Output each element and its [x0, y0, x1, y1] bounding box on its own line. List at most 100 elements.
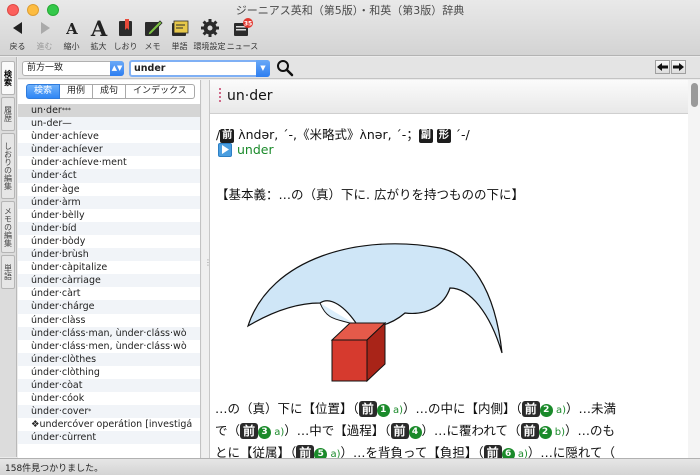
- result-list-item[interactable]: ùnder·achíeve: [18, 130, 200, 143]
- result-list-item[interactable]: ùnder·càpitalize: [18, 261, 200, 274]
- result-list-item[interactable]: ùnder·bíd: [18, 221, 200, 235]
- sub-sense-link[interactable]: a): [390, 405, 403, 416]
- sub-sense-link[interactable]: b): [552, 427, 565, 438]
- forward-label: 進む: [36, 42, 53, 51]
- side-tabs: 検索 履歴 しおりの編集 メモの編集 単語: [0, 57, 17, 457]
- wordbook-button[interactable]: 単語: [166, 15, 193, 55]
- results-list[interactable]: un·der*** un-der— ùnder·achíeve ùnder·achíe…: [18, 104, 200, 458]
- result-list-item[interactable]: ùnder·achíever: [18, 143, 200, 157]
- result-list-item[interactable]: únder·bòdy: [18, 235, 200, 248]
- play-audio-button[interactable]: [218, 142, 232, 157]
- result-word: únder·còat: [31, 379, 83, 391]
- result-word: únder·àrm: [31, 196, 81, 208]
- result-list-item[interactable]: únder·càrriage: [18, 274, 200, 288]
- entry-header: un·der: [210, 80, 700, 114]
- search-query-text: under: [134, 63, 166, 74]
- pron-text-1: ʌ̀ndər, ´-,《米略式》ʌ̀nər, ´-；: [234, 127, 419, 142]
- result-list-item[interactable]: únder·clòthes: [18, 352, 200, 366]
- result-word: únder·cùrrent: [31, 432, 97, 444]
- tab-index[interactable]: インデックス: [126, 84, 195, 99]
- result-word: únder·clòthes: [31, 353, 97, 365]
- sense-text: …の（真）下に【位置】（: [215, 401, 359, 416]
- result-list-item[interactable]: únder·bèlly: [18, 209, 200, 222]
- result-word: ùnder·achíeve·ment: [31, 157, 127, 169]
- sense-number[interactable]: 2: [539, 404, 553, 417]
- sense-number[interactable]: 4: [408, 426, 422, 439]
- result-list-item[interactable]: ùnder·chárge: [18, 300, 200, 314]
- news-icon: 35: [232, 15, 254, 40]
- result-list-item[interactable]: únder·àge: [18, 183, 200, 196]
- result-list-item[interactable]: únder·càrt: [18, 287, 200, 300]
- sense-number[interactable]: 1: [376, 404, 390, 417]
- news-button[interactable]: 35 ニュース: [226, 15, 259, 55]
- result-list-item[interactable]: ùnder·achíeve·ment: [18, 156, 200, 169]
- sense-number[interactable]: 2: [538, 426, 552, 439]
- bookmark-label: しおり: [113, 42, 138, 51]
- forward-button[interactable]: 進む: [31, 15, 58, 55]
- result-list-item[interactable]: únder·clàss: [18, 314, 200, 327]
- result-list-item[interactable]: un·der***: [18, 104, 200, 118]
- result-word: ùnder·cláss·man, ùnder·cláss·wò: [31, 327, 187, 339]
- side-tab-bookmark-edit[interactable]: しおりの編集: [1, 133, 15, 199]
- result-list-item[interactable]: únder·brùsh: [18, 248, 200, 262]
- pane-splitter[interactable]: ⋮: [202, 80, 212, 458]
- entry-scrollbar[interactable]: [688, 80, 700, 458]
- side-tab-history[interactable]: 履歴: [1, 97, 15, 131]
- back-button[interactable]: 戻る: [4, 15, 31, 55]
- side-tab-wordbook[interactable]: 単語: [1, 255, 15, 289]
- result-list-item[interactable]: ùnder·cláss·man, ùnder·cláss·wò: [18, 326, 200, 340]
- sense-number[interactable]: 3: [258, 426, 272, 439]
- sub-sense-link[interactable]: a): [553, 405, 566, 416]
- font-smaller-button[interactable]: A 縮小: [58, 15, 85, 55]
- result-word: un-der—: [31, 118, 72, 130]
- result-list-item[interactable]: únder·còat: [18, 378, 200, 393]
- memo-button[interactable]: メモ: [139, 15, 166, 55]
- result-word: únder·càrt: [31, 288, 81, 300]
- sense-text: ）…未満: [566, 401, 617, 416]
- result-list-item[interactable]: ùnder·áct: [18, 169, 200, 183]
- entry-scroll-thumb[interactable]: [691, 83, 698, 107]
- result-word: ùnder·cóok: [31, 393, 85, 405]
- search-bar: 前方一致 ▲▼ under ▼: [18, 57, 700, 79]
- audio-word-link[interactable]: under: [237, 142, 274, 157]
- search-input[interactable]: under ▼: [129, 60, 270, 77]
- pos-badge: 前: [521, 401, 540, 417]
- result-list-item[interactable]: ❖undercóver operátion [investigá: [18, 418, 200, 431]
- illustration: [246, 243, 503, 383]
- tab-examples[interactable]: 用例: [60, 84, 94, 99]
- preferences-button[interactable]: 環境設定: [193, 15, 226, 55]
- prev-entry-button[interactable]: [655, 60, 670, 74]
- result-word: únder·brùsh: [31, 249, 89, 261]
- result-list-item[interactable]: ùnder·cover*: [18, 405, 200, 419]
- result-word: ùnder·áct: [31, 170, 77, 182]
- chevron-down-icon[interactable]: ▼: [256, 60, 270, 77]
- result-list-item[interactable]: únder·clòthing: [18, 366, 200, 379]
- result-list-item[interactable]: ùnder·cóok: [18, 392, 200, 405]
- side-tab-search[interactable]: 検索: [1, 61, 15, 95]
- font-larger-button[interactable]: A 拡大: [85, 15, 112, 55]
- result-list-item[interactable]: ùnder·cláss·men, ùnder·cláss·wò: [18, 340, 200, 353]
- result-word: únder·clòthing: [31, 366, 100, 378]
- bookmark-button[interactable]: しおり: [112, 15, 139, 55]
- search-icon: [277, 60, 294, 77]
- sub-sense-link[interactable]: a): [271, 427, 284, 438]
- wordbook-label: 単語: [171, 42, 188, 51]
- tab-search[interactable]: 検索: [26, 84, 61, 99]
- frequency-marker: *: [88, 408, 92, 416]
- audio-row: under: [218, 142, 274, 157]
- result-list-item[interactable]: un-der—: [18, 117, 200, 131]
- sense-line: で（前 3 a)）…中で【過程】（前 4 ）…に覆われて（前 2 b)）…のも: [215, 420, 685, 442]
- results-tabs: 検索 用例 成句 インデックス: [26, 84, 195, 99]
- sense-summary: …の（真）下に【位置】（前 1 a)）…の中に【内側】（前 2 a)）…未満 で（前 3…: [215, 398, 685, 464]
- search-mode-select[interactable]: 前方一致 ▲▼: [22, 61, 124, 76]
- search-button[interactable]: [276, 59, 294, 77]
- result-list-item[interactable]: únder·cùrrent: [18, 431, 200, 445]
- next-entry-button[interactable]: [671, 60, 686, 74]
- tab-phrases[interactable]: 成句: [93, 84, 127, 99]
- sense-text: で（: [215, 423, 241, 438]
- left-arrow-icon: [657, 63, 668, 71]
- history-nav: [655, 60, 686, 74]
- result-list-item[interactable]: únder·àrm: [18, 195, 200, 209]
- memo-label: メモ: [144, 42, 161, 51]
- side-tab-memo-edit[interactable]: メモの編集: [1, 201, 15, 253]
